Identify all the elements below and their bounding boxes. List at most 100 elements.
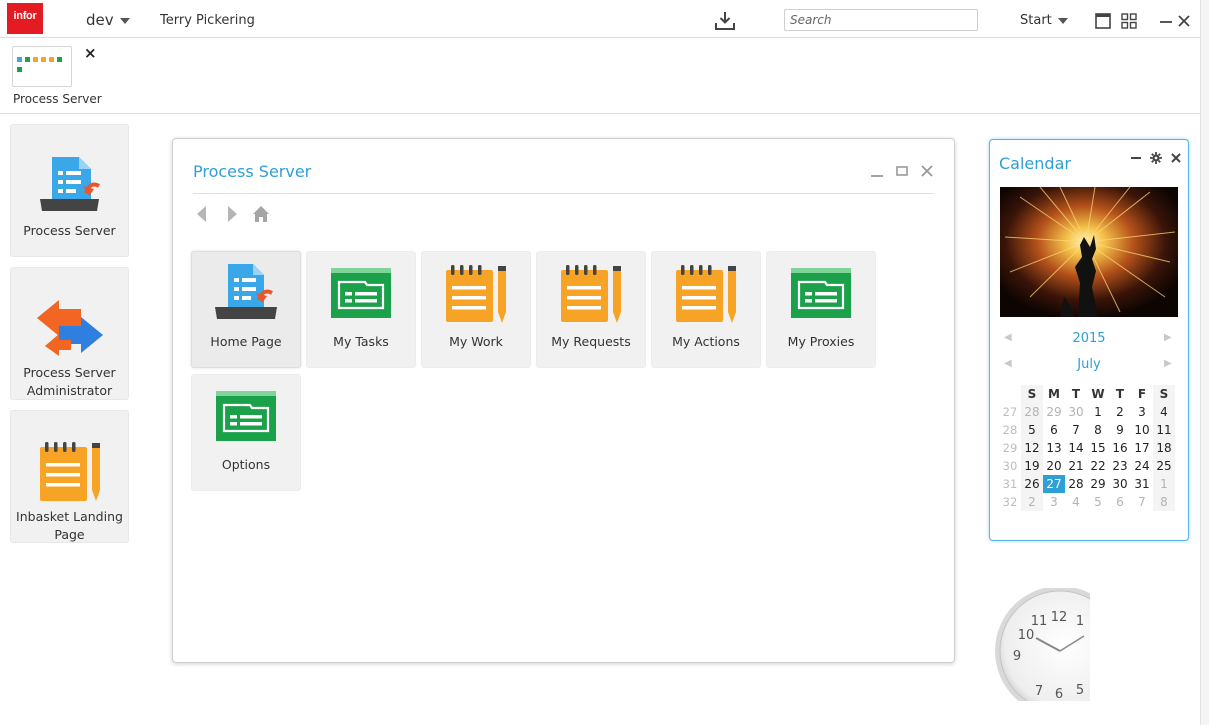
calendar-day[interactable]: 20	[1043, 457, 1065, 475]
calendar-day[interactable]: 3	[1131, 403, 1153, 421]
window-title: Process Server	[193, 162, 312, 181]
clock-numeral: 7	[1035, 684, 1043, 699]
calendar-day[interactable]: 28	[1021, 403, 1043, 421]
close-icon[interactable]	[1176, 13, 1192, 29]
calendar-day[interactable]: 25	[1153, 457, 1175, 475]
tile-my-work[interactable]: My Work	[421, 251, 531, 368]
calendar-day[interactable]: 9	[1109, 421, 1131, 439]
calendar-day[interactable]: 19	[1021, 457, 1043, 475]
launcher-inbasket-landing-page[interactable]: Inbasket Landing Page	[10, 410, 129, 543]
user-name[interactable]: Terry Pickering	[160, 13, 255, 28]
calendar-controls	[1127, 152, 1182, 171]
week-number: 31	[1002, 477, 1018, 491]
minimize-icon[interactable]	[1130, 152, 1142, 164]
calendar-day[interactable]: 28	[1065, 475, 1087, 493]
tile-my-requests[interactable]: My Requests	[536, 251, 646, 368]
calendar-day[interactable]: 10	[1131, 421, 1153, 439]
month-label[interactable]: July	[1000, 357, 1178, 372]
calendar-day[interactable]: 11	[1153, 421, 1175, 439]
calendar-day[interactable]: 21	[1065, 457, 1087, 475]
calendar-day[interactable]: 31	[1131, 475, 1153, 493]
process-server-thumbnail[interactable]	[12, 46, 72, 87]
download-icon[interactable]	[714, 11, 736, 31]
calendar-day[interactable]: 29	[1043, 403, 1065, 421]
calendar-day[interactable]: 2	[1109, 403, 1131, 421]
window-edge	[1200, 0, 1209, 725]
calendar-day[interactable]: 4	[1153, 403, 1175, 421]
calendar-day[interactable]: 15	[1087, 439, 1109, 457]
window-icon[interactable]	[1095, 13, 1111, 29]
launcher-label: Inbasket Landing Page	[16, 509, 123, 542]
notepad-icon	[561, 265, 621, 323]
top-bar: infor dev Terry Pickering Start	[0, 0, 1200, 38]
tile-options[interactable]: Options	[191, 374, 301, 491]
calendar-day[interactable]: 6	[1043, 421, 1065, 439]
calendar-day[interactable]: 16	[1109, 439, 1131, 457]
calendar-day[interactable]: 30	[1109, 475, 1131, 493]
next-month-arrow-icon[interactable]: ▶	[1164, 357, 1174, 371]
fireworks-photo	[1000, 187, 1178, 317]
calendar-day[interactable]: 17	[1131, 439, 1153, 457]
calendar-day[interactable]: 22	[1087, 457, 1109, 475]
minimize-icon[interactable]	[1158, 13, 1174, 29]
calendar-day[interactable]: 7	[1065, 421, 1087, 439]
launcher-process-server-administrator[interactable]: Process Server Administrator	[10, 267, 129, 400]
infor-logo[interactable]: infor	[7, 3, 43, 34]
week-number: 27	[1002, 405, 1018, 419]
launcher-process-server[interactable]: Process Server	[10, 124, 129, 257]
calendar-day[interactable]: 14	[1065, 439, 1087, 457]
start-menu[interactable]: Start	[1020, 13, 1068, 28]
calendar-day[interactable]: 4	[1065, 493, 1087, 511]
calendar-day[interactable]: 5	[1087, 493, 1109, 511]
weekday-label: S	[1153, 385, 1175, 403]
tile-label: Options	[221, 457, 271, 472]
calendar-day[interactable]: 24	[1131, 457, 1153, 475]
calendar-day[interactable]: 30	[1065, 403, 1087, 421]
tile-label: My Requests	[551, 334, 631, 349]
year-label[interactable]: 2015	[1000, 331, 1178, 346]
home-icon[interactable]	[252, 205, 270, 223]
tile-my-actions[interactable]: My Actions	[651, 251, 761, 368]
grid-icon[interactable]	[1121, 13, 1137, 29]
calendar-day[interactable]: 18	[1153, 439, 1175, 457]
search-input[interactable]	[784, 9, 978, 31]
calendar-day[interactable]: 5	[1021, 421, 1043, 439]
forward-arrow-icon[interactable]	[223, 205, 241, 223]
minimize-icon[interactable]	[870, 164, 884, 178]
week-number: 32	[1002, 495, 1018, 509]
calendar-day[interactable]: 12	[1021, 439, 1043, 457]
week-number: 29	[1002, 441, 1018, 455]
calendar-day[interactable]: 6	[1109, 493, 1131, 511]
tile-my-tasks[interactable]: My Tasks	[306, 251, 416, 368]
calendar-day[interactable]: 29	[1087, 475, 1109, 493]
calendar-day[interactable]: 8	[1153, 493, 1175, 511]
close-icon[interactable]	[1170, 152, 1182, 164]
next-year-arrow-icon[interactable]: ▶	[1164, 331, 1174, 345]
start-label: Start	[1020, 13, 1052, 28]
calendar-day[interactable]: 8	[1087, 421, 1109, 439]
gear-icon[interactable]	[1149, 152, 1162, 164]
pinned-app-label[interactable]: Process Server	[13, 92, 102, 106]
calendar-day[interactable]: 23	[1109, 457, 1131, 475]
close-icon[interactable]: ×	[84, 44, 97, 62]
calendar-day[interactable]: 3	[1043, 493, 1065, 511]
pinned-apps-bar: × Process Server	[0, 38, 1200, 114]
calendar-day[interactable]: 26	[1021, 475, 1043, 493]
calendar-day-today[interactable]: 27	[1043, 475, 1065, 493]
tile-my-proxies[interactable]: My Proxies	[766, 251, 876, 368]
weekday-label: M	[1048, 387, 1060, 401]
tile-home-page[interactable]: Home Page	[191, 251, 301, 368]
calendar-day[interactable]: 1	[1087, 403, 1109, 421]
environment-dropdown[interactable]: dev	[86, 11, 130, 29]
clock-numeral: 12	[1051, 610, 1068, 625]
back-arrow-icon[interactable]	[193, 205, 211, 223]
month-navigator: ◀ July ▶	[1000, 357, 1178, 373]
calendar-day[interactable]: 2	[1021, 493, 1043, 511]
maximize-icon[interactable]	[895, 164, 909, 178]
calendar-day[interactable]: 13	[1043, 439, 1065, 457]
close-icon[interactable]	[920, 164, 934, 178]
calendar-day[interactable]: 7	[1131, 493, 1153, 511]
notepad-icon	[676, 265, 736, 323]
calendar-day[interactable]: 1	[1153, 475, 1175, 493]
calendar-week-row: 31 26 27 28 29 30 31 1	[999, 475, 1175, 493]
